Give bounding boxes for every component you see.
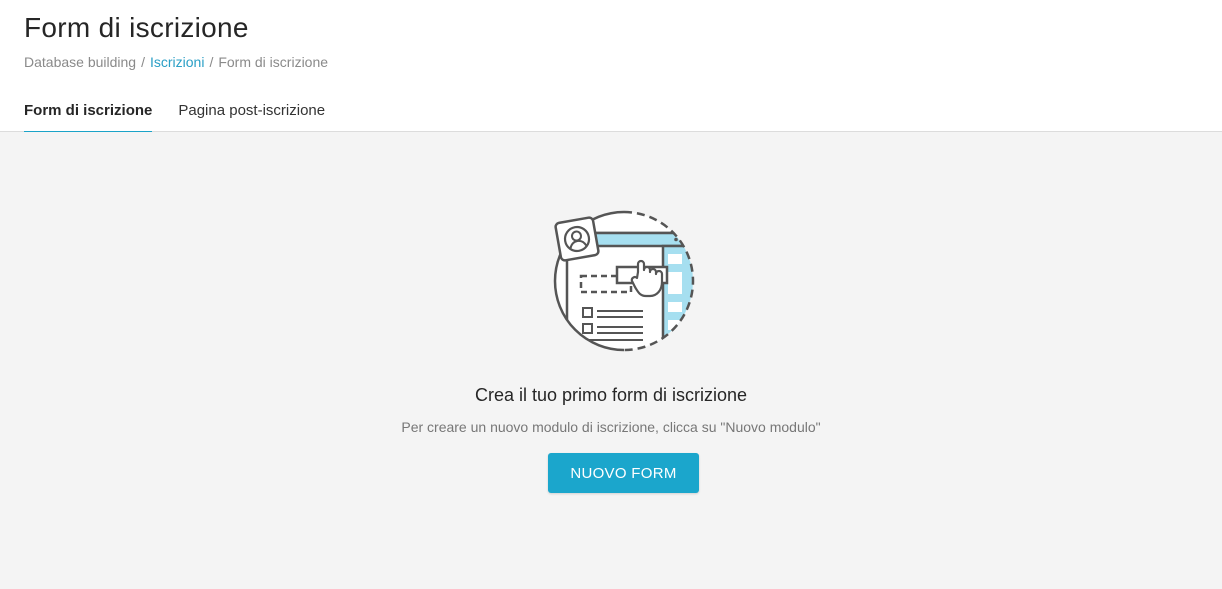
tab-pagina-post-iscrizione[interactable]: Pagina post-iscrizione	[178, 102, 325, 132]
signup-form-illustration-icon	[553, 210, 695, 352]
page-title: Form di iscrizione	[24, 12, 249, 43]
tab-bar: Form di iscrizione Pagina post-iscrizion…	[24, 102, 351, 133]
tab-form-di-iscrizione[interactable]: Form di iscrizione	[24, 102, 153, 133]
breadcrumb-item-current: Form di iscrizione	[218, 54, 329, 70]
new-form-button[interactable]: NUOVO FORM	[548, 453, 699, 493]
breadcrumb: Database building / Iscrizioni / Form di isc…	[24, 54, 328, 70]
main-content: Crea il tuo primo form di iscrizione Per…	[0, 132, 1222, 589]
breadcrumb-separator: /	[209, 54, 214, 70]
empty-state-title: Crea il tuo primo form di iscrizione	[474, 385, 748, 405]
breadcrumb-separator: /	[141, 54, 145, 70]
breadcrumb-item-database-building[interactable]: Database building	[24, 54, 136, 70]
page-header: Form di iscrizione Database building / Isc…	[0, 0, 1222, 133]
breadcrumb-item-iscrizioni[interactable]: Iscrizioni	[150, 54, 204, 70]
empty-state-subtitle: Per creare un nuovo modulo di iscrizione…	[401, 419, 821, 435]
